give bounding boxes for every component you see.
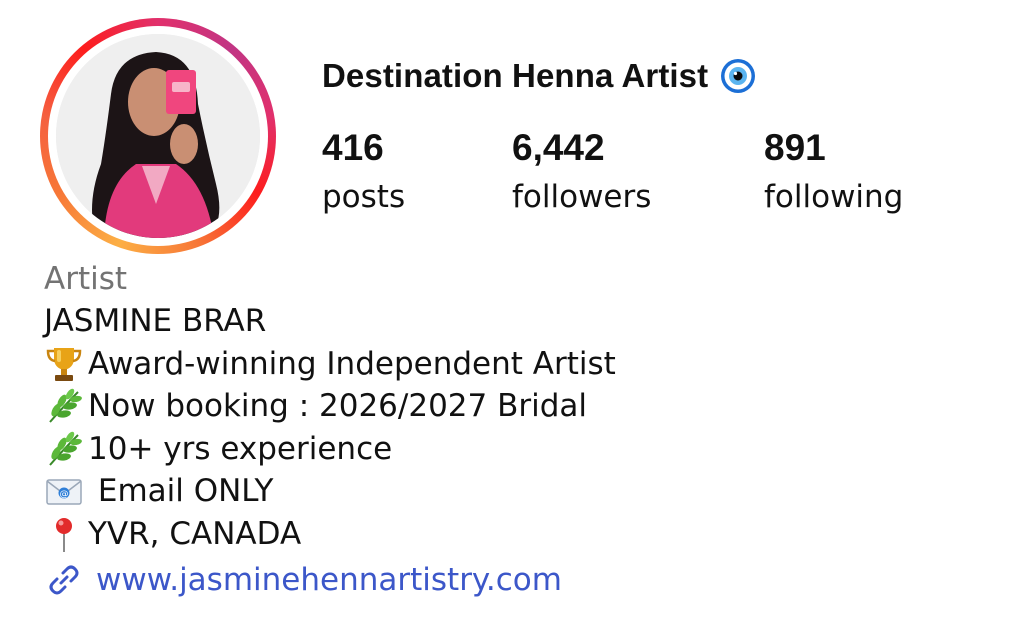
- stat-followers[interactable]: 6,442 followers: [512, 126, 651, 220]
- herb-icon: [44, 429, 84, 469]
- profile-header: Destination Henna Artist 416 posts 6,442…: [0, 0, 1024, 625]
- bio-line-award: Award-winning Independent Artist: [44, 343, 1004, 386]
- website-link[interactable]: www.jasminehennartistry.com: [96, 562, 562, 598]
- bio-line-experience-text: 10+ yrs experience: [88, 430, 393, 467]
- svg-text:@: @: [60, 490, 69, 500]
- avatar[interactable]: [56, 34, 260, 238]
- pin-icon: [44, 514, 84, 554]
- username-row: Destination Henna Artist: [322, 54, 758, 98]
- herb-icon: [44, 386, 84, 426]
- avatar-frame: [48, 26, 268, 246]
- stat-posts[interactable]: 416 posts: [322, 126, 405, 220]
- bio-line-email: @ Email ONLY: [44, 470, 1004, 513]
- nazar-evil-eye-icon: [718, 56, 758, 96]
- posts-label: posts: [322, 179, 406, 215]
- story-ring[interactable]: [40, 18, 276, 254]
- posts-count: 416: [322, 127, 384, 168]
- bio-line-award-text: Award-winning Independent Artist: [88, 345, 616, 382]
- profile-photo: [56, 34, 260, 238]
- bio: Artist JASMINE BRAR Award-winning Indepe…: [44, 258, 1004, 603]
- bio-name: JASMINE BRAR: [44, 303, 267, 339]
- followers-count: 6,442: [512, 127, 605, 168]
- bio-line-location: YVR, CANADA: [44, 513, 1004, 556]
- bio-line-booking: Now booking : 2026/2027 Bridal: [44, 385, 1004, 428]
- following-label: following: [764, 179, 904, 215]
- trophy-icon: [44, 344, 84, 384]
- followers-label: followers: [512, 179, 652, 215]
- profile-category: Artist: [44, 261, 128, 297]
- profile-display-name: Destination Henna Artist: [322, 57, 709, 94]
- envelope-icon: @: [44, 471, 84, 511]
- stat-following[interactable]: 891 following: [764, 126, 903, 220]
- bio-line-experience: 10+ yrs experience: [44, 428, 1004, 471]
- bio-line-booking-text: Now booking : 2026/2027 Bridal: [88, 388, 588, 424]
- link-icon: [44, 560, 84, 600]
- bio-line-email-text: Email ONLY: [88, 473, 274, 509]
- bio-line-location-text: YVR, CANADA: [88, 515, 302, 552]
- following-count: 891: [764, 127, 826, 168]
- bio-link[interactable]: www.jasminehennartistry.com: [44, 557, 1004, 603]
